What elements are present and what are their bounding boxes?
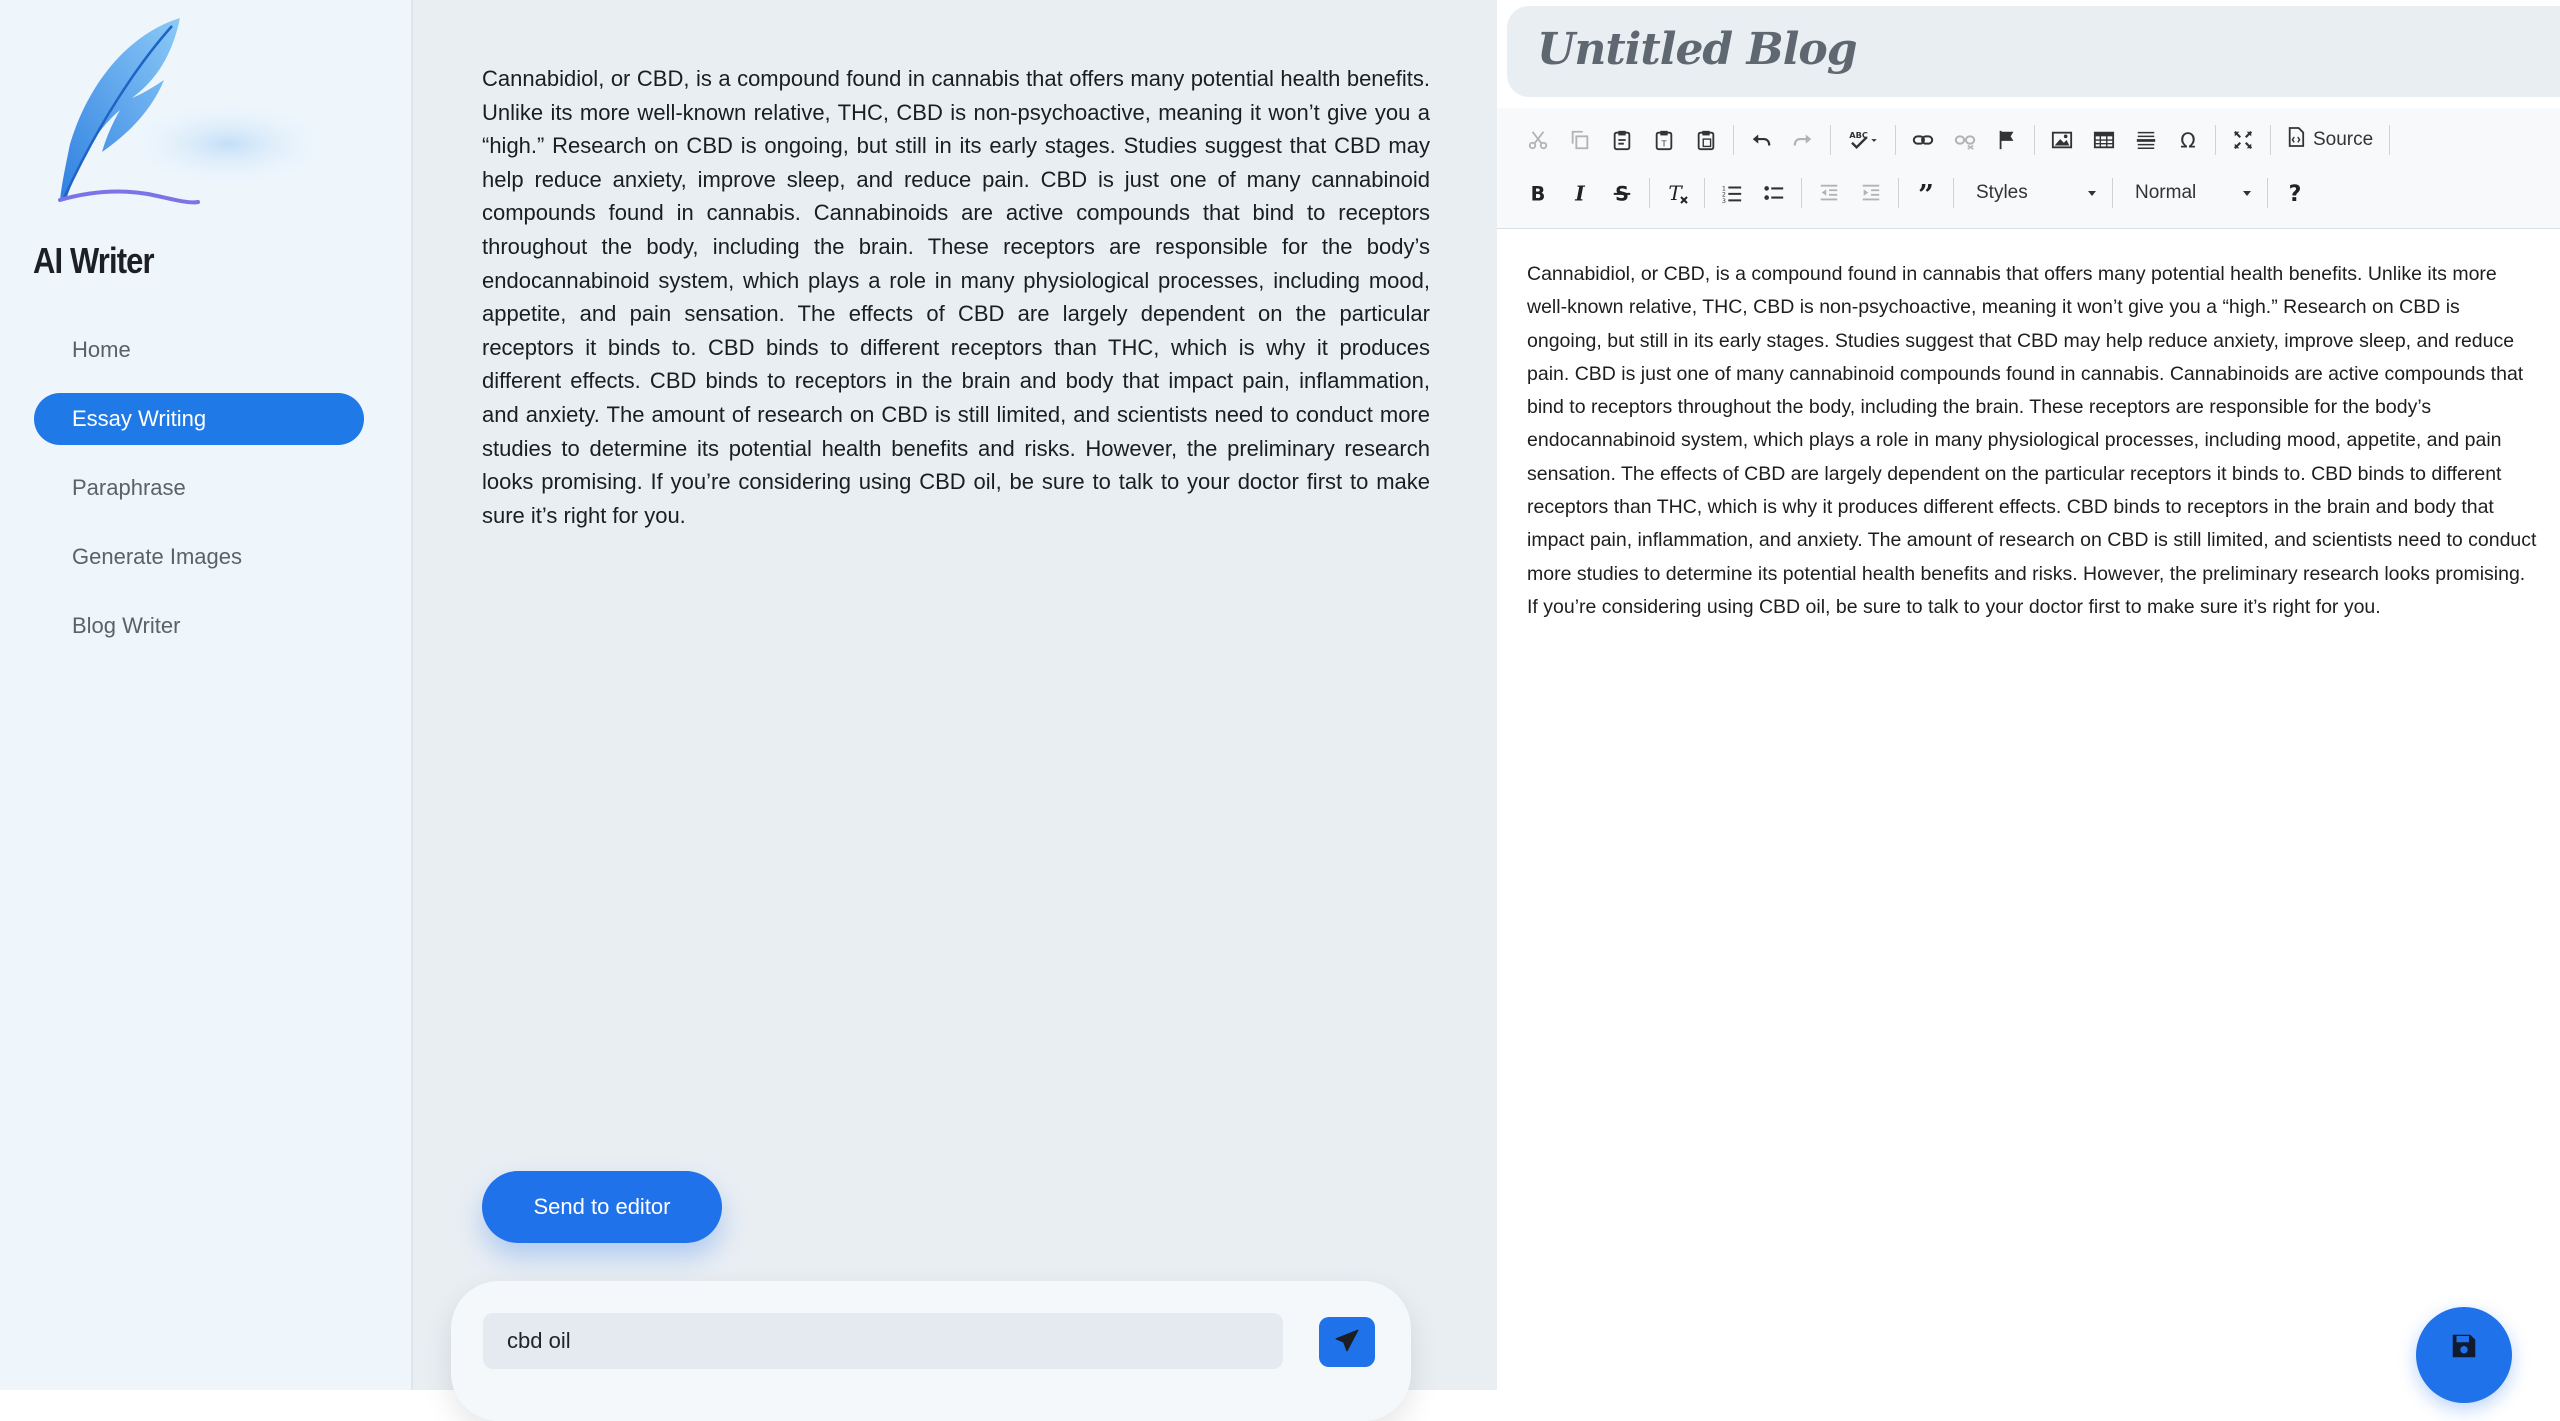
toolbar-row-1: T ABC Ω Source	[1517, 118, 2396, 162]
special-character-icon[interactable]: Ω	[2167, 118, 2209, 162]
bulleted-list-icon[interactable]	[1753, 171, 1795, 215]
svg-text:I: I	[1574, 182, 1585, 204]
sidebar: AI Writer Home Essay Writing Paraphrase …	[0, 0, 413, 1390]
blockquote-icon[interactable]: ”	[1905, 171, 1947, 215]
svg-text:Ω: Ω	[2180, 129, 2195, 151]
toolbar-separator	[1649, 178, 1650, 208]
toolbar-separator	[1801, 178, 1802, 208]
sidebar-nav: Home Essay Writing Paraphrase Generate I…	[34, 324, 364, 669]
paper-plane-icon	[1334, 1328, 1360, 1357]
toolbar-separator	[2267, 178, 2268, 208]
toolbar-separator	[1830, 125, 1831, 155]
essay-output: Cannabidiol, or CBD, is a compound found…	[482, 66, 1430, 528]
redo-icon[interactable]	[1782, 118, 1824, 162]
svg-text:T: T	[1660, 138, 1667, 148]
source-label: Source	[2313, 129, 2374, 150]
prompt-bar	[451, 1281, 1411, 1421]
save-button[interactable]	[2416, 1307, 2512, 1403]
horizontal-rule-icon[interactable]	[2125, 118, 2167, 162]
outdent-icon[interactable]	[1808, 171, 1850, 215]
sidebar-item-home[interactable]: Home	[34, 324, 364, 376]
italic-icon[interactable]: I	[1559, 171, 1601, 215]
remove-format-icon[interactable]: T	[1656, 171, 1698, 215]
chevron-down-icon	[2086, 182, 2098, 204]
prompt-input[interactable]	[483, 1313, 1283, 1369]
toolbar-row-2: B I S T 123	[1517, 171, 2316, 215]
toolbar-separator	[1898, 178, 1899, 208]
source-button[interactable]: Source	[2277, 118, 2383, 162]
cut-icon[interactable]	[1517, 118, 1559, 162]
editor-title-bar: Untitled Blog	[1507, 6, 2560, 97]
indent-icon[interactable]	[1850, 171, 1892, 215]
styles-dropdown[interactable]: Styles	[1960, 171, 2106, 215]
sidebar-item-paraphrase[interactable]: Paraphrase	[34, 462, 364, 514]
copy-icon[interactable]	[1559, 118, 1601, 162]
sidebar-item-essay-writing[interactable]: Essay Writing	[34, 393, 364, 445]
toolbar-separator	[1704, 178, 1705, 208]
svg-text:T: T	[1668, 181, 1683, 205]
toolbar-separator	[1953, 178, 1954, 208]
toolbar-separator	[1895, 125, 1896, 155]
svg-text:B: B	[1531, 182, 1546, 204]
undo-icon[interactable]	[1740, 118, 1782, 162]
toolbar-separator	[2034, 125, 2035, 155]
numbered-list-icon[interactable]: 123	[1711, 171, 1753, 215]
toolbar-separator	[2389, 125, 2391, 155]
save-icon	[2449, 1334, 2479, 1366]
editor-content[interactable]: Cannabidiol, or CBD, is a compound found…	[1527, 258, 2537, 624]
table-icon[interactable]	[2083, 118, 2125, 162]
anchor-flag-icon[interactable]	[1986, 118, 2028, 162]
toolbar-separator	[2112, 178, 2113, 208]
app-title: AI Writer	[33, 240, 155, 281]
maximize-icon[interactable]	[2222, 118, 2264, 162]
send-to-editor-button[interactable]: Send to editor	[482, 1171, 722, 1243]
help-icon[interactable]: ?	[2274, 171, 2316, 215]
bold-icon[interactable]: B	[1517, 171, 1559, 215]
blog-editor: Untitled Blog T ABC Ω Source B I T 1 2 3…	[1497, 0, 2560, 1390]
essay-panel: Cannabidiol, or CBD, is a compound found…	[413, 0, 1497, 1421]
strikethrough-icon[interactable]: S	[1601, 171, 1643, 215]
link-icon[interactable]	[1902, 118, 1944, 162]
format-dropdown-label: Normal	[2135, 182, 2197, 203]
toolbar-separator	[2270, 125, 2271, 155]
editor-toolbar: T ABC Ω Source B I T 1 2 3 ” Styles Norm…	[1497, 108, 2560, 229]
format-dropdown[interactable]: Normal	[2119, 171, 2261, 215]
paste-word-icon[interactable]	[1685, 118, 1727, 162]
paste-text-icon[interactable]: T	[1643, 118, 1685, 162]
svg-text:3: 3	[1722, 197, 1726, 204]
editor-title[interactable]: Untitled Blog	[1537, 24, 1858, 75]
spellcheck-icon[interactable]: ABC	[1837, 118, 1889, 162]
toolbar-separator	[2215, 125, 2216, 155]
sidebar-item-generate-images[interactable]: Generate Images	[34, 531, 364, 583]
styles-dropdown-label: Styles	[1976, 182, 2028, 203]
svg-text:?: ?	[2289, 182, 2302, 205]
source-document-icon	[2287, 126, 2305, 154]
unlink-icon[interactable]	[1944, 118, 1986, 162]
image-icon[interactable]	[2041, 118, 2083, 162]
prompt-send-button[interactable]	[1319, 1317, 1375, 1367]
chevron-down-icon	[2241, 182, 2253, 204]
sidebar-item-blog-writer[interactable]: Blog Writer	[34, 600, 364, 652]
paste-icon[interactable]	[1601, 118, 1643, 162]
feather-logo-icon	[48, 14, 338, 214]
svg-text:”: ”	[1918, 182, 1934, 204]
toolbar-separator	[1733, 125, 1734, 155]
